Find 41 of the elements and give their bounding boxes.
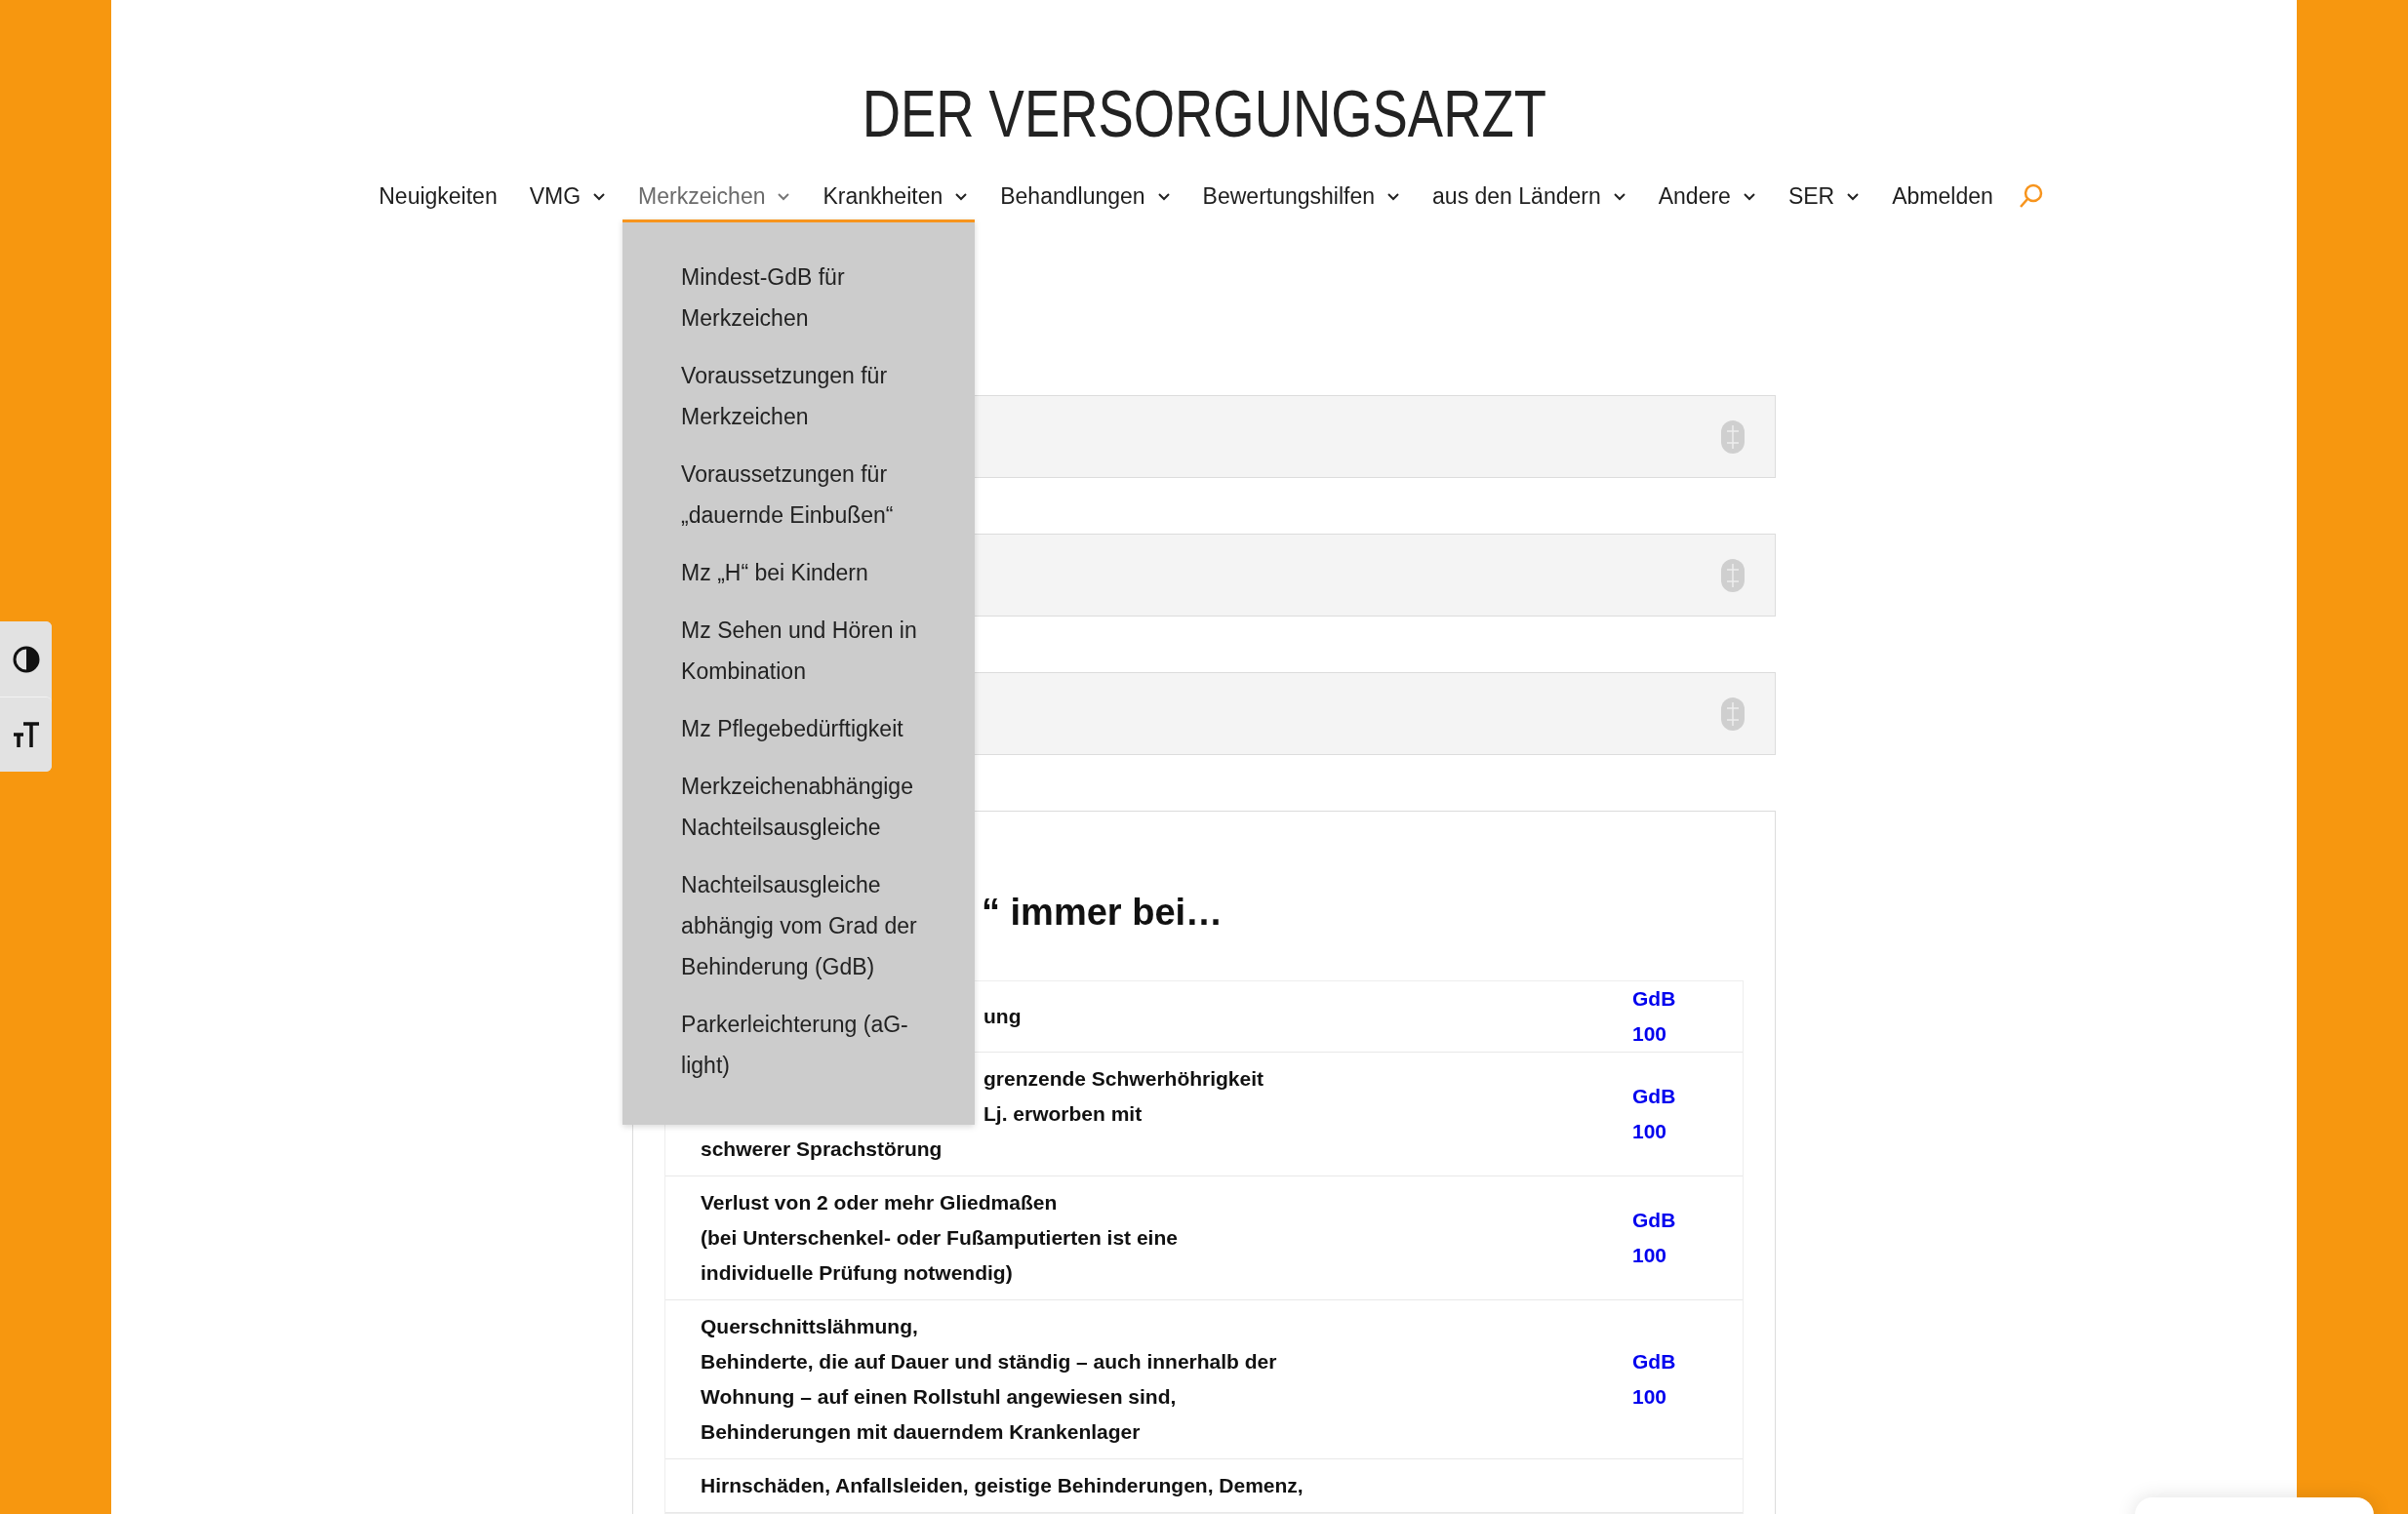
- table-text: Behinderungen mit dauerndem Krankenlager: [701, 1419, 1141, 1445]
- contrast-icon: [11, 644, 41, 674]
- search-icon[interactable]: [2017, 182, 2045, 210]
- menu-item[interactable]: Mz Pflegebedürftigkeit: [622, 699, 976, 757]
- table-text: Verlust von 2 oder mehr Gliedmaßen: [701, 1190, 1058, 1215]
- menu-item[interactable]: Mindest-GdB für Merkzeichen: [622, 248, 976, 346]
- nav-link[interactable]: Neuigkeiten: [363, 176, 513, 217]
- text-size-button[interactable]: [0, 697, 52, 772]
- table-text: Querschnittslähmung,: [701, 1314, 918, 1339]
- nav-link[interactable]: Andere: [1642, 176, 1772, 217]
- table-text: individuelle Prüfung notwendig): [701, 1260, 1013, 1286]
- table-text: Hirnschäden, Anfallsleiden, geistige Behinderungen, Demenz,: [701, 1473, 1304, 1498]
- table-text: Lj. erworben mit: [983, 1101, 1143, 1127]
- gdb-value: GdB 100: [1632, 1208, 1677, 1268]
- menu-item[interactable]: Nachteilsausgleiche abhängig vom Grad der Behinderung (GdB): [622, 856, 976, 995]
- site-logo[interactable]: DER VERSORGUNGSARZT: [862, 76, 1546, 150]
- nav-link[interactable]: Merkzeichen: [622, 176, 807, 217]
- menu-item[interactable]: Merkzeichenabhängige Nachteilsausgleiche: [622, 757, 976, 856]
- menu-item[interactable]: Voraussetzungen für „dauernde Einbußen“: [622, 445, 976, 543]
- table-text: Wohnung – auf einen Rollstuhl angewiesen sind,: [701, 1384, 1177, 1410]
- gdb-value: GdB 100: [1632, 1084, 1677, 1144]
- table-text: (bei Unterschenkel- oder Fußamputierten ist eine: [701, 1225, 1178, 1251]
- nav-link[interactable]: aus den Ländern: [1417, 176, 1642, 217]
- menu-item[interactable]: Mz Sehen und Hören in Kombination: [622, 601, 976, 699]
- nav-link[interactable]: Behandlungen: [984, 176, 1186, 217]
- gdb-value: GdB 100: [1632, 1349, 1677, 1410]
- table-text: ung: [983, 1004, 1022, 1029]
- table-text: grenzende Schwerhöhrigkeit: [983, 1066, 1264, 1092]
- nav-link[interactable]: Abmelden: [1876, 176, 2009, 217]
- table-text: schwerer Sprachstörung: [701, 1136, 943, 1162]
- nav-link[interactable]: VMG: [513, 176, 622, 217]
- nav-link[interactable]: Bewertungshilfen: [1186, 176, 1417, 217]
- nav-link[interactable]: SER: [1772, 176, 1876, 217]
- menu-item[interactable]: Voraussetzungen für Merkzeichen: [622, 346, 976, 445]
- gdb-value: GdB 100: [1632, 986, 1677, 1047]
- menu-item[interactable]: Mz „H“ bei Kindern: [622, 543, 976, 601]
- section-heading: “ immer bei…: [982, 891, 1224, 935]
- menu-item[interactable]: Parkerleichterung (aG-light): [622, 995, 976, 1094]
- nav-link[interactable]: Krankheiten: [807, 176, 984, 217]
- text-size-icon: [12, 720, 40, 749]
- table-text: Behinderte, die auf Dauer und ständig – auch innerhalb der: [701, 1349, 1277, 1375]
